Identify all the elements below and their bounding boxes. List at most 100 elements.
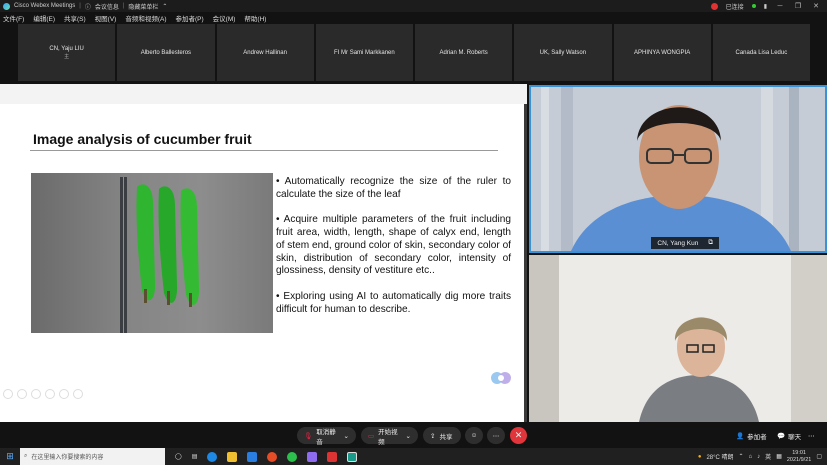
participant-video[interactable]	[529, 255, 827, 422]
cucumber-photo	[31, 173, 273, 333]
leave-meeting-button[interactable]: ✕	[510, 427, 527, 444]
clock-date: 2021/9/21	[786, 456, 812, 463]
task-view-icon[interactable]: ◯	[175, 453, 182, 460]
back-icon[interactable]	[3, 389, 13, 399]
smile-icon: ☺	[470, 432, 478, 439]
connection-dot-icon	[751, 4, 756, 8]
webex-taskbar-icon[interactable]	[347, 451, 358, 462]
chevron-up-icon[interactable]: ⌃	[162, 3, 167, 10]
share-label: 共享	[439, 433, 453, 441]
annotation-toolbar	[3, 389, 83, 399]
speaker-name: CN, Yang Kun	[657, 239, 699, 247]
copy-icon[interactable]	[45, 389, 55, 399]
participant-name: Canada Lisa Leduc	[735, 49, 788, 56]
pen-icon[interactable]	[31, 389, 41, 399]
person-icon: 👤	[736, 432, 745, 440]
explorer-icon[interactable]	[227, 451, 238, 462]
participants-panel-button[interactable]: 👤 参加者	[736, 427, 767, 444]
more-options-button[interactable]: ⋯	[487, 427, 505, 444]
minimize-icon[interactable]: ─	[775, 3, 785, 10]
meeting-controls: 🎙 取消静音 ⌄ ▭ 开始视频 ⌄ ⇪ 共享 ☺ ⋯ ✕ 👤 参加者 💬 聊天	[0, 424, 827, 448]
slide-bullets: • Automatically recognize the size of th…	[276, 176, 511, 329]
panel-more-button[interactable]: ⋯	[808, 427, 815, 444]
connection-status: 已连接	[725, 4, 744, 11]
network-icon[interactable]: ⌂	[749, 454, 753, 460]
volume-icon[interactable]: ♪	[757, 454, 760, 460]
close-icon[interactable]: ✕	[811, 2, 821, 10]
office-icon[interactable]	[327, 451, 338, 462]
share-button[interactable]: ⇪ 共享	[423, 427, 461, 444]
menu-file[interactable]: 文件(F)	[3, 13, 24, 23]
system-clock[interactable]: 19:01 2021/9/21	[787, 450, 811, 464]
signal-icon[interactable]: ▮	[764, 3, 767, 10]
participant-tile[interactable]: Canada Lisa Leduc	[712, 24, 810, 81]
reactions-button[interactable]: ☺	[465, 427, 483, 444]
participant-tile[interactable]: UK, Sally Watson	[514, 24, 612, 81]
hide-menubar-button[interactable]: 隐藏菜单栏	[128, 2, 158, 11]
participant-tile[interactable]: Alberto Ballesteros	[117, 24, 215, 81]
participant-name: Alberto Ballesteros	[140, 49, 192, 56]
participant-tile[interactable]: CN, Yaju LIU 主	[18, 24, 116, 81]
ime-grid-icon[interactable]: ▦	[776, 453, 782, 460]
webex-logo-icon	[3, 2, 10, 10]
participant-tile[interactable]: FI Mr Sami Markkanen	[315, 24, 413, 81]
search-icon: ⌕	[24, 453, 28, 459]
zoom-icon[interactable]	[59, 389, 69, 399]
menu-meeting[interactable]: 会议(M)	[213, 13, 236, 23]
widgets-icon[interactable]: ▤	[192, 453, 198, 460]
menu-edit[interactable]: 编辑(E)	[33, 13, 55, 23]
menu-help[interactable]: 帮助(H)	[244, 13, 266, 23]
app-icon[interactable]	[307, 451, 318, 462]
system-tray: ● 28°C 晴朗 ⌃ ⌂ ♪ 英 ▦ 19:01 2021/9/21 ▢	[698, 450, 827, 464]
pin-icon[interactable]: ⧉	[708, 239, 713, 247]
participant-tile[interactable]: Andrew Hallinan	[216, 24, 314, 81]
ellipsis-icon: ⋯	[492, 432, 500, 440]
mic-off-icon: 🎙	[304, 432, 313, 440]
weather-text[interactable]: 28°C 晴朗	[706, 452, 733, 461]
share-icon: ⇪	[430, 432, 436, 440]
info-icon[interactable]: ⓘ	[85, 2, 91, 11]
search-placeholder: 在这里输入你要搜索的内容	[31, 455, 104, 461]
chat-button[interactable]: 💬 聊天	[777, 427, 801, 444]
active-speaker-video[interactable]: CN, Yang Kun ⧉	[529, 85, 827, 253]
participant-tile[interactable]: Adrian M. Roberts	[415, 24, 513, 81]
shared-content-area: Image analysis of cucumber fruit • Autom…	[0, 84, 527, 422]
app-title: Cisco Webex Meetings	[14, 3, 76, 9]
chevron-down-icon[interactable]: ⌄	[406, 432, 411, 440]
wechat-icon[interactable]	[287, 451, 298, 462]
participant-name: CN, Yaju LIU	[49, 45, 84, 52]
speaker-name-tag: CN, Yang Kun ⧉	[651, 237, 719, 249]
menu-audio-video[interactable]: 音频和视频(A)	[125, 13, 166, 23]
menu-participants[interactable]: 参加者(P)	[176, 13, 204, 23]
host-badge: 主	[64, 53, 70, 60]
restore-icon[interactable]: ❐	[793, 2, 803, 10]
chevron-up-icon[interactable]: ⌃	[739, 453, 744, 460]
browser-icon[interactable]	[267, 451, 278, 462]
windows-start-icon[interactable]: ⊞	[0, 451, 20, 462]
start-video-label: 开始视频	[378, 428, 398, 446]
menu-bar: 文件(F) 编辑(E) 共享(S) 视图(V) 音频和视频(A) 参加者(P) …	[0, 12, 827, 24]
participant-name: Adrian M. Roberts	[439, 49, 488, 56]
start-video-button[interactable]: ▭ 开始视频 ⌄	[361, 427, 418, 446]
pinned-apps: ◯ ▤	[165, 451, 358, 462]
participants-label: 参加者	[747, 433, 767, 441]
unmute-button[interactable]: 🎙 取消静音 ⌄	[297, 427, 356, 446]
camera-off-icon: ▭	[368, 432, 375, 440]
participant-name: FI Mr Sami Markkanen	[334, 49, 395, 56]
weather-icon: ●	[697, 453, 702, 460]
participant-tile[interactable]: APHINYA WONGPIA	[613, 24, 711, 81]
edge-icon[interactable]	[207, 451, 218, 462]
more-icon[interactable]	[73, 389, 83, 399]
forward-icon[interactable]	[17, 389, 27, 399]
menu-share[interactable]: 共享(S)	[64, 13, 86, 23]
ime-language[interactable]: 英	[765, 452, 771, 461]
mail-icon[interactable]	[247, 451, 258, 462]
notification-icon[interactable]: ▢	[816, 453, 822, 460]
chat-icon: 💬	[777, 432, 786, 440]
meeting-info-link[interactable]: 会议信息	[95, 2, 119, 11]
menu-view[interactable]: 视图(V)	[95, 13, 117, 23]
unmute-label: 取消静音	[316, 428, 336, 446]
chevron-down-icon[interactable]: ⌄	[344, 432, 349, 440]
close-icon: ✕	[514, 430, 523, 440]
taskbar-search[interactable]: ⌕ 在这里输入你要搜索的内容	[20, 448, 165, 465]
